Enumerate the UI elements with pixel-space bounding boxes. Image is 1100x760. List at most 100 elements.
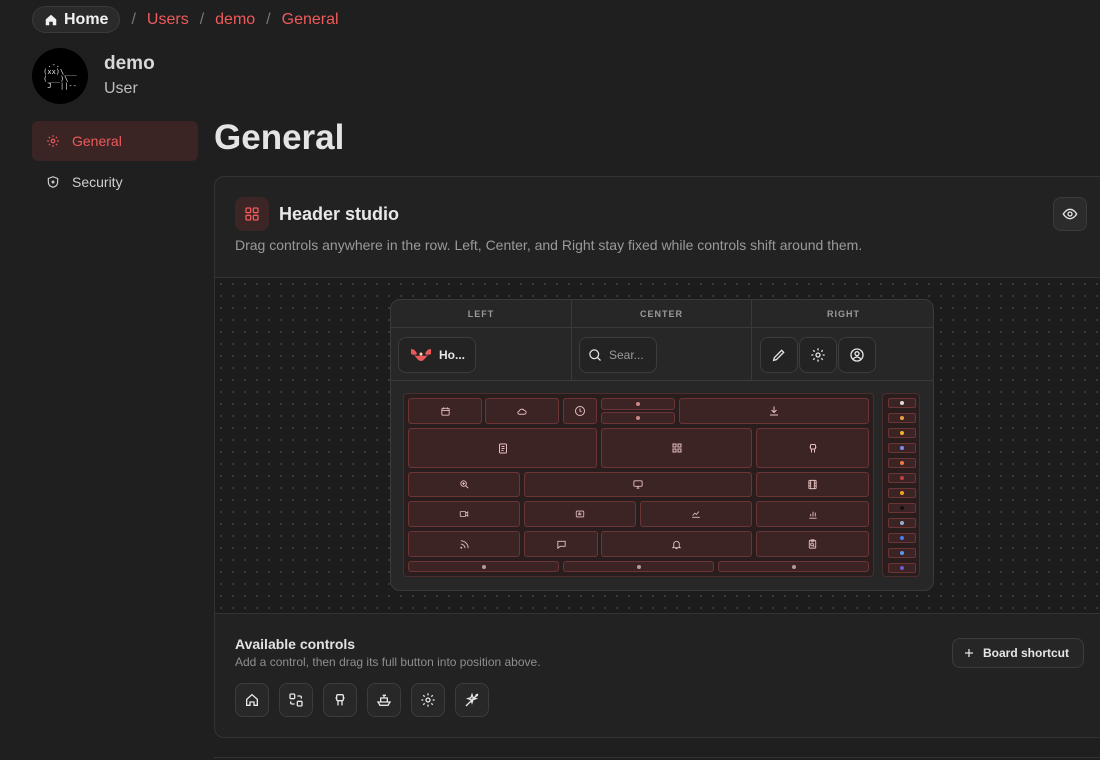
- board-slot[interactable]: [756, 472, 869, 497]
- drag-canvas[interactable]: LEFT CENTER RIGHT Ho... Sear...: [215, 277, 1100, 614]
- user-role: User: [104, 80, 138, 97]
- clipboard-search-icon: [807, 538, 818, 550]
- download-icon: [768, 405, 780, 417]
- clock-icon: [574, 405, 586, 417]
- sidebar-item-label: Security: [72, 174, 123, 190]
- board-slot[interactable]: [408, 501, 520, 527]
- board-slot[interactable]: [718, 561, 869, 572]
- board-slot[interactable]: [408, 531, 520, 557]
- mini-icon: [900, 416, 904, 420]
- breadcrumb-users[interactable]: Users: [147, 11, 189, 29]
- overflow-column[interactable]: [882, 393, 920, 577]
- board-slot[interactable]: [408, 561, 559, 572]
- search-control[interactable]: Sear...: [579, 337, 657, 373]
- board-slot[interactable]: [756, 531, 869, 557]
- board-slot[interactable]: [563, 398, 597, 424]
- board-slot[interactable]: [524, 531, 598, 557]
- sparkle-off-icon: [464, 692, 480, 708]
- board-slot[interactable]: [563, 561, 714, 572]
- home-icon: [244, 692, 260, 708]
- user-circle-icon: [849, 347, 865, 363]
- breadcrumb-separator: /: [199, 10, 205, 28]
- mini-icon: [900, 491, 904, 495]
- film-icon: [807, 479, 818, 490]
- mini-icon: [900, 476, 904, 480]
- board-slot[interactable]: [601, 531, 752, 557]
- available-controls-title: Available controls: [235, 636, 356, 652]
- gear-icon: [46, 134, 60, 148]
- zone-center-header: CENTER: [572, 300, 751, 328]
- mini-icon: [900, 566, 904, 570]
- add-ship-control-button[interactable]: [367, 683, 401, 717]
- breadcrumb-general[interactable]: General: [282, 11, 339, 29]
- bar-chart-icon: [807, 509, 819, 520]
- overflow-slot[interactable]: [888, 413, 916, 423]
- profile-control[interactable]: [838, 337, 876, 373]
- board-slot[interactable]: [601, 398, 675, 410]
- zone-center[interactable]: Sear...: [572, 329, 751, 381]
- eye-icon: [1062, 206, 1078, 222]
- overflow-slot[interactable]: [888, 428, 916, 438]
- overflow-slot[interactable]: [888, 443, 916, 453]
- overflow-slot[interactable]: [888, 518, 916, 528]
- home-logo-control[interactable]: Ho...: [398, 337, 476, 373]
- overflow-slot[interactable]: [888, 458, 916, 468]
- edit-control[interactable]: [760, 337, 798, 373]
- mini-icon: [900, 551, 904, 555]
- mini-icon: [900, 461, 904, 465]
- video-icon: [458, 509, 470, 519]
- add-sparkle-control-button[interactable]: [455, 683, 489, 717]
- control-board[interactable]: [403, 393, 874, 577]
- zone-right[interactable]: [752, 329, 933, 381]
- add-robot-control-button[interactable]: [323, 683, 357, 717]
- calendar-icon: [440, 406, 451, 417]
- board-slot[interactable]: [408, 398, 482, 424]
- board-slot[interactable]: [408, 428, 597, 468]
- mini-icon: [636, 564, 641, 569]
- sidebar-item-security[interactable]: Security: [32, 162, 198, 202]
- add-swap-control-button[interactable]: [279, 683, 313, 717]
- sidebar-item-general[interactable]: General: [32, 121, 198, 161]
- board-slot[interactable]: [408, 472, 520, 497]
- grid-icon: [671, 442, 683, 454]
- add-settings-control-button[interactable]: [411, 683, 445, 717]
- mini-icon: [900, 401, 904, 405]
- board-slot[interactable]: [756, 428, 869, 468]
- board-slot[interactable]: [485, 398, 559, 424]
- overflow-slot[interactable]: [888, 533, 916, 543]
- board-slot[interactable]: [756, 501, 869, 527]
- overflow-slot[interactable]: [888, 473, 916, 483]
- search-icon: [588, 348, 603, 363]
- rss-icon: [459, 539, 470, 550]
- zone-left[interactable]: Ho...: [391, 329, 571, 381]
- board-slot[interactable]: [679, 398, 869, 424]
- overflow-slot[interactable]: [888, 398, 916, 408]
- board-slot[interactable]: [601, 428, 752, 468]
- board-slot[interactable]: [524, 472, 752, 497]
- home-logo-label: Ho...: [439, 348, 465, 362]
- layout-grid-icon: [235, 197, 269, 231]
- bell-icon: [671, 539, 682, 550]
- available-controls-description: Add a control, then drag its full button…: [235, 655, 541, 669]
- pencil-icon: [771, 347, 787, 363]
- breadcrumb-separator: /: [266, 10, 271, 28]
- overflow-slot[interactable]: [888, 563, 916, 573]
- card-description: Drag controls anywhere in the row. Left,…: [235, 237, 863, 253]
- settings-control[interactable]: [799, 337, 837, 373]
- document-icon: [497, 442, 509, 455]
- breadcrumb-demo[interactable]: demo: [215, 11, 255, 29]
- board-shortcut-button[interactable]: Board shortcut: [952, 638, 1085, 668]
- preview-toggle-button[interactable]: [1053, 197, 1087, 231]
- overflow-slot[interactable]: [888, 503, 916, 513]
- board-slot[interactable]: [640, 501, 752, 527]
- breadcrumb-home[interactable]: Home: [32, 6, 121, 33]
- zone-left-header: LEFT: [391, 300, 571, 328]
- mini-icon: [900, 521, 904, 525]
- overflow-slot[interactable]: [888, 488, 916, 498]
- overflow-slot[interactable]: [888, 548, 916, 558]
- add-home-control-button[interactable]: [235, 683, 269, 717]
- search-placeholder: Sear...: [609, 348, 644, 362]
- swap-icon: [288, 692, 304, 708]
- board-slot[interactable]: [524, 501, 636, 527]
- board-slot[interactable]: [601, 412, 675, 424]
